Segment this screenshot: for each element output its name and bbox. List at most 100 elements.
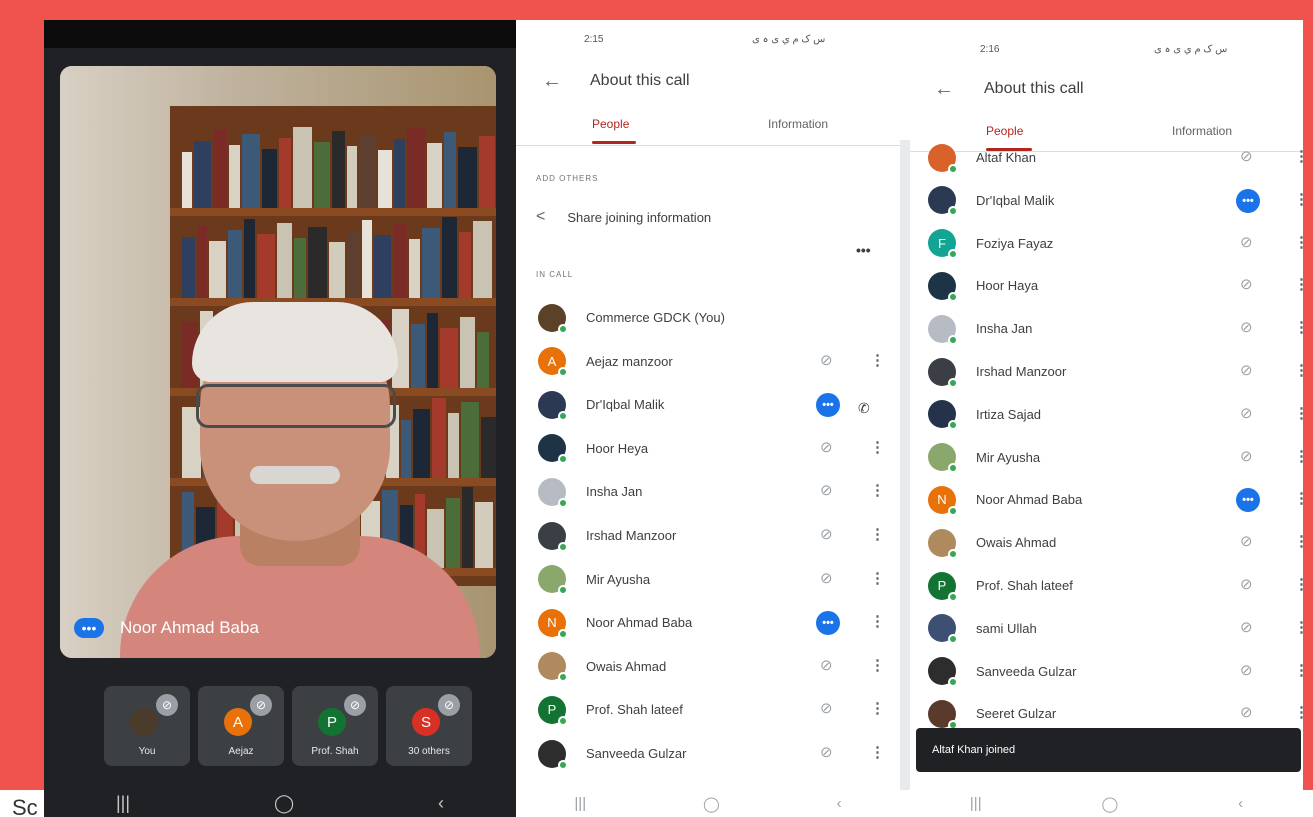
avatar	[538, 434, 568, 465]
participant-row[interactable]: Irtiza Sajad ⊘ ⋮	[928, 393, 1303, 436]
more-vert-icon[interactable]: ⋮	[1294, 318, 1303, 336]
more-vert-icon[interactable]: ⋮	[870, 612, 885, 630]
more-vert-icon[interactable]: ⋮	[1294, 233, 1303, 251]
participant-row[interactable]: P Prof. Shah lateef ⊘ ⋮	[928, 564, 1303, 607]
recents-nav-icon[interactable]: |||	[574, 795, 586, 812]
more-vert-icon[interactable]: ⋮	[870, 351, 885, 369]
participant-row[interactable]: Owais Ahmad ⊘ ⋮	[928, 521, 1303, 564]
status-bar	[44, 20, 516, 48]
more-vert-icon[interactable]: ⋮	[870, 699, 885, 717]
more-vert-icon[interactable]: ⋮	[870, 438, 885, 456]
participant-row[interactable]: Dr'Iqbal Malik •••	[538, 383, 900, 426]
more-vert-icon[interactable]: ⋮	[1294, 190, 1303, 208]
more-vert-icon[interactable]: ⋮	[1294, 703, 1303, 721]
mic-off-icon: ⊘	[1240, 576, 1253, 593]
more-vert-icon[interactable]: ⋮	[1294, 447, 1303, 465]
more-vert-icon[interactable]: ⋮	[1294, 275, 1303, 293]
participant-row[interactable]: Mir Ayusha ⊘ ⋮	[538, 558, 900, 601]
back-nav-icon[interactable]: ‹	[837, 795, 842, 812]
participant-name: Aejaz manzoor	[586, 353, 673, 369]
speaker-name: Noor Ahmad Baba	[120, 618, 259, 637]
book	[228, 230, 242, 298]
participant-tile[interactable]: S ⊘ 30 others	[386, 686, 472, 766]
home-nav-icon[interactable]: ◯	[1101, 795, 1118, 813]
more-vert-icon[interactable]: ⋮	[870, 656, 885, 674]
back-nav-icon[interactable]: ‹	[438, 793, 444, 814]
participant-row[interactable]: Owais Ahmad ⊘ ⋮	[538, 645, 900, 688]
participant-tile[interactable]: A ⊘ Aejaz	[198, 686, 284, 766]
book	[194, 141, 211, 208]
more-vert-icon[interactable]: ⋮	[870, 569, 885, 587]
participant-row[interactable]: N Noor Ahmad Baba ••• ⋮	[538, 601, 900, 644]
more-vert-icon[interactable]: ⋮	[1294, 361, 1303, 379]
participant-mustache	[250, 466, 340, 484]
participant-tile[interactable]: ⊘ You	[104, 686, 190, 766]
participant-row[interactable]: A Aejaz manzoor ⊘ ⋮	[538, 340, 900, 383]
more-vert-icon[interactable]: ⋮	[1294, 404, 1303, 422]
participant-name: Prof. Shah lateef	[586, 702, 683, 718]
back-arrow-icon[interactable]: ←	[934, 78, 954, 101]
speaking-dots-icon: •••	[1236, 188, 1260, 213]
participant-row[interactable]: F Foziya Fayaz ⊘ ⋮	[928, 222, 1303, 265]
home-nav-icon[interactable]: ◯	[274, 793, 294, 814]
more-vert-icon[interactable]: ⋮	[1294, 661, 1303, 679]
tab-information[interactable]: Information	[768, 117, 828, 131]
tile-avatar: A	[224, 708, 252, 736]
back-arrow-icon[interactable]: ←	[542, 70, 562, 93]
add-others-heading: ADD OTHERS	[536, 174, 599, 183]
home-nav-icon[interactable]: ◯	[703, 795, 720, 813]
avatar: F	[928, 229, 958, 260]
participant-row[interactable]: Sanveeda Gulzar ⊘ ⋮	[928, 650, 1303, 693]
participant-row[interactable]: Hoor Heya ⊘ ⋮	[538, 427, 900, 470]
share-joining-info-label: Share joining information	[567, 209, 712, 225]
more-vert-icon[interactable]: ⋮	[870, 525, 885, 543]
participant-name: Seeret Gulzar	[976, 706, 1057, 722]
participant-row[interactable]: Mir Ayusha ⊘ ⋮	[928, 436, 1303, 479]
speaking-dots-icon: •••	[816, 611, 840, 636]
more-vert-icon[interactable]: ⋮	[870, 481, 885, 499]
tab-people[interactable]: People	[592, 117, 629, 131]
participant-row[interactable]: Irshad Manzoor ⊘ ⋮	[538, 514, 900, 557]
participant-row[interactable]: Dr'Iqbal Malik ••• ⋮	[928, 179, 1303, 222]
back-nav-icon[interactable]: ‹	[1238, 795, 1243, 812]
recents-nav-icon[interactable]: |||	[970, 795, 982, 812]
participant-row[interactable]: Hoor Haya ⊘ ⋮	[928, 264, 1303, 307]
participant-name: Altaf Khan	[976, 150, 1036, 165]
avatar	[928, 699, 958, 730]
tile-label: 30 others	[408, 746, 450, 757]
participant-tiles: ⊘ You A ⊘ Aejaz P ⊘ Prof. Shah S ⊘ 30 others	[104, 686, 472, 766]
book	[213, 130, 227, 208]
participant-row[interactable]: Insha Jan ⊘ ⋮	[928, 307, 1303, 350]
share-joining-info-row[interactable]: < Share joining information	[536, 208, 711, 226]
online-status-icon	[558, 497, 568, 508]
mic-off-icon: ⊘	[1240, 276, 1253, 294]
more-vert-icon[interactable]: ⋮	[1294, 489, 1303, 507]
mic-off-icon: ⊘	[820, 482, 833, 500]
more-vert-icon[interactable]: ⋮	[1294, 575, 1303, 593]
participant-row[interactable]: N Noor Ahmad Baba ••• ⋮	[928, 478, 1303, 521]
participant-row[interactable]: Commerce GDCK (You)	[538, 296, 900, 339]
more-vert-icon[interactable]: ⋮	[1294, 532, 1303, 550]
participant-row[interactable]: Sanveeda Gulzar ⊘ ⋮	[538, 732, 900, 775]
book	[277, 223, 292, 298]
participant-row[interactable]: Altaf Khan ⊘ ⋮	[928, 136, 1303, 179]
recents-nav-icon[interactable]: |||	[116, 793, 130, 814]
participant-tile[interactable]: P ⊘ Prof. Shah	[292, 686, 378, 766]
mic-off-icon: ⊘	[1240, 447, 1253, 465]
book	[475, 502, 493, 568]
participant-row[interactable]: Irshad Manzoor ⊘ ⋮	[928, 350, 1303, 393]
participant-row[interactable]: sami Ullah ⊘ ⋮	[928, 607, 1303, 650]
participant-row[interactable]: P Prof. Shah lateef ⊘ ⋮	[538, 688, 900, 731]
more-vert-icon[interactable]: ⋮	[1294, 618, 1303, 636]
avatar	[538, 739, 568, 770]
tile-label: You	[138, 746, 156, 757]
participant-row[interactable]: Insha Jan ⊘ ⋮	[538, 470, 900, 513]
more-options-icon[interactable]: •••	[856, 242, 871, 258]
participant-name: Insha Jan	[586, 484, 643, 500]
book	[262, 149, 277, 208]
more-vert-icon[interactable]: ⋮	[870, 743, 885, 761]
more-vert-icon[interactable]: ⋮	[1294, 147, 1303, 165]
main-video-feed[interactable]	[60, 66, 496, 658]
book	[308, 227, 327, 298]
in-call-heading: IN CALL	[536, 270, 574, 279]
